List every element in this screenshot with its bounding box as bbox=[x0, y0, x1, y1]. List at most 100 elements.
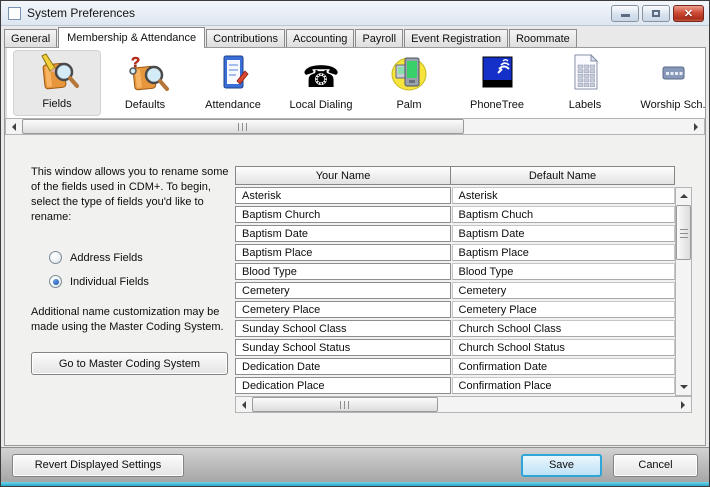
maximize-button[interactable] bbox=[642, 5, 670, 22]
table-hscrollbar-thumb[interactable] bbox=[252, 397, 438, 412]
window-bottom-glow bbox=[1, 482, 709, 486]
your-name-cell[interactable]: Baptism Place bbox=[235, 244, 451, 261]
fields-icon bbox=[33, 52, 81, 94]
system-preferences-window: System Preferences ✕ GeneralMembership &… bbox=[0, 0, 710, 487]
left-panel: This window allows you to rename some of… bbox=[5, 135, 235, 443]
cancel-button[interactable]: Cancel bbox=[613, 454, 698, 477]
table-row: Dedication DateConfirmation Date bbox=[235, 358, 675, 375]
your-name-cell[interactable]: Dedication Place bbox=[235, 377, 451, 394]
master-coding-note: Additional name customization may be mad… bbox=[31, 305, 229, 335]
save-button[interactable]: Save bbox=[521, 454, 602, 477]
default-name-cell: Cemetery bbox=[452, 282, 675, 299]
table-vscrollbar-thumb[interactable] bbox=[676, 205, 691, 260]
toolbar-item-attendance[interactable]: Attendance bbox=[189, 50, 277, 116]
toolbar-item-label: Fields bbox=[42, 98, 71, 110]
your-name-cell[interactable]: Baptism Date bbox=[235, 225, 451, 242]
radio-selected-icon bbox=[49, 275, 62, 288]
radio-label: Individual Fields bbox=[70, 276, 149, 288]
toolbar-item-label: Local Dialing bbox=[290, 99, 353, 111]
revert-displayed-settings-button[interactable]: Revert Displayed Settings bbox=[12, 454, 184, 477]
scroll-right-icon[interactable] bbox=[676, 397, 691, 412]
column-header-default-name[interactable]: Default Name bbox=[450, 166, 675, 185]
local-dialing-icon: ☎ bbox=[302, 53, 339, 95]
scroll-left-icon[interactable] bbox=[6, 119, 21, 134]
toolbar: Fields ?Defaults Attendance ☎ Local Dialing P… bbox=[5, 48, 705, 118]
table-row: Dedication PlaceConfirmation Place bbox=[235, 377, 675, 394]
table-row: Baptism ChurchBaptism Chuch bbox=[235, 206, 675, 223]
table-row: Sunday School StatusChurch School Status bbox=[235, 339, 675, 356]
minimize-icon bbox=[621, 14, 630, 17]
go-to-master-coding-button[interactable]: Go to Master Coding System bbox=[31, 352, 228, 375]
window-icon bbox=[8, 7, 21, 20]
tab-event-registration[interactable]: Event Registration bbox=[404, 29, 508, 47]
scroll-left-icon[interactable] bbox=[236, 397, 251, 412]
column-header-your-name[interactable]: Your Name bbox=[235, 166, 451, 185]
radio-individual-fields[interactable]: Individual Fields bbox=[49, 275, 229, 288]
toolbar-item-labels[interactable]: Labels bbox=[541, 50, 629, 116]
field-type-radio-group: Address Fields Individual Fields bbox=[49, 251, 229, 288]
table-row: Baptism PlaceBaptism Place bbox=[235, 244, 675, 261]
table-row: CemeteryCemetery bbox=[235, 282, 675, 299]
default-name-cell: Baptism Chuch bbox=[452, 206, 675, 223]
table-row: AsteriskAsterisk bbox=[235, 187, 675, 204]
your-name-cell[interactable]: Sunday School Status bbox=[235, 339, 451, 356]
scroll-up-icon[interactable] bbox=[676, 188, 691, 203]
tab-accounting[interactable]: Accounting bbox=[286, 29, 354, 47]
default-name-cell: Confirmation Date bbox=[452, 358, 675, 375]
maximize-icon bbox=[652, 10, 660, 17]
radio-address-fields[interactable]: Address Fields bbox=[49, 251, 229, 264]
toolbar-item-label: PhoneTree bbox=[470, 99, 524, 111]
tab-contributions[interactable]: Contributions bbox=[206, 29, 285, 47]
defaults-icon: ? bbox=[121, 53, 169, 95]
attendance-icon bbox=[209, 53, 257, 95]
your-name-cell[interactable]: Sunday School Class bbox=[235, 320, 451, 337]
table-vertical-scrollbar[interactable] bbox=[675, 187, 692, 396]
table-body: AsteriskAsteriskBaptism ChurchBaptism Ch… bbox=[235, 187, 675, 394]
window-title: System Preferences bbox=[27, 6, 135, 20]
your-name-cell[interactable]: Asterisk bbox=[235, 187, 451, 204]
toolbar-item-fields[interactable]: Fields bbox=[13, 50, 101, 116]
field-rename-table: Your Name Default Name AsteriskAsteriskB… bbox=[235, 166, 692, 443]
toolbar-scrollbar[interactable] bbox=[5, 118, 705, 135]
your-name-cell[interactable]: Cemetery bbox=[235, 282, 451, 299]
default-name-cell: Baptism Date bbox=[452, 225, 675, 242]
radio-label: Address Fields bbox=[70, 252, 143, 264]
toolbar-item-phonetree[interactable]: PhoneTree bbox=[453, 50, 541, 116]
tab-general[interactable]: General bbox=[4, 29, 57, 47]
tab-bar: GeneralMembership & AttendanceContributi… bbox=[1, 26, 709, 47]
title-bar: System Preferences ✕ bbox=[1, 1, 709, 26]
worship-schedule-icon bbox=[649, 53, 697, 95]
toolbar-item-worship-sch[interactable]: Worship Sch. bbox=[629, 50, 705, 116]
scroll-down-icon[interactable] bbox=[676, 380, 691, 395]
palm-icon bbox=[385, 53, 433, 95]
default-name-cell: Church School Class bbox=[452, 320, 675, 337]
your-name-cell[interactable]: Cemetery Place bbox=[235, 301, 451, 318]
phonetree-icon bbox=[473, 53, 521, 95]
default-name-cell: Blood Type bbox=[452, 263, 675, 280]
toolbar-item-local-dialing[interactable]: ☎ Local Dialing bbox=[277, 50, 365, 116]
tab-payroll[interactable]: Payroll bbox=[355, 29, 403, 47]
your-name-cell[interactable]: Baptism Church bbox=[235, 206, 451, 223]
minimize-button[interactable] bbox=[611, 5, 639, 22]
toolbar-item-label: Labels bbox=[569, 99, 601, 111]
content-area: This window allows you to rename some of… bbox=[5, 135, 705, 443]
table-row: Cemetery PlaceCemetery Place bbox=[235, 301, 675, 318]
close-button[interactable]: ✕ bbox=[673, 5, 704, 22]
toolbar-scrollbar-thumb[interactable] bbox=[22, 119, 464, 134]
footer-bar: Revert Displayed Settings Save Cancel bbox=[1, 447, 709, 482]
default-name-cell: Baptism Place bbox=[452, 244, 675, 261]
your-name-cell[interactable]: Blood Type bbox=[235, 263, 451, 280]
labels-icon bbox=[561, 53, 609, 95]
table-horizontal-scrollbar[interactable] bbox=[235, 396, 692, 413]
tab-roommate[interactable]: Roommate bbox=[509, 29, 577, 47]
tab-membership-attendance[interactable]: Membership & Attendance bbox=[58, 27, 205, 48]
toolbar-item-palm[interactable]: Palm bbox=[365, 50, 453, 116]
default-name-cell: Asterisk bbox=[452, 187, 675, 204]
close-icon: ✕ bbox=[684, 7, 693, 20]
table-row: Sunday School ClassChurch School Class bbox=[235, 320, 675, 337]
toolbar-item-defaults[interactable]: ?Defaults bbox=[101, 50, 189, 116]
toolbar-item-label: Attendance bbox=[205, 99, 261, 111]
table-row: Blood TypeBlood Type bbox=[235, 263, 675, 280]
scroll-right-icon[interactable] bbox=[689, 119, 704, 134]
your-name-cell[interactable]: Dedication Date bbox=[235, 358, 451, 375]
